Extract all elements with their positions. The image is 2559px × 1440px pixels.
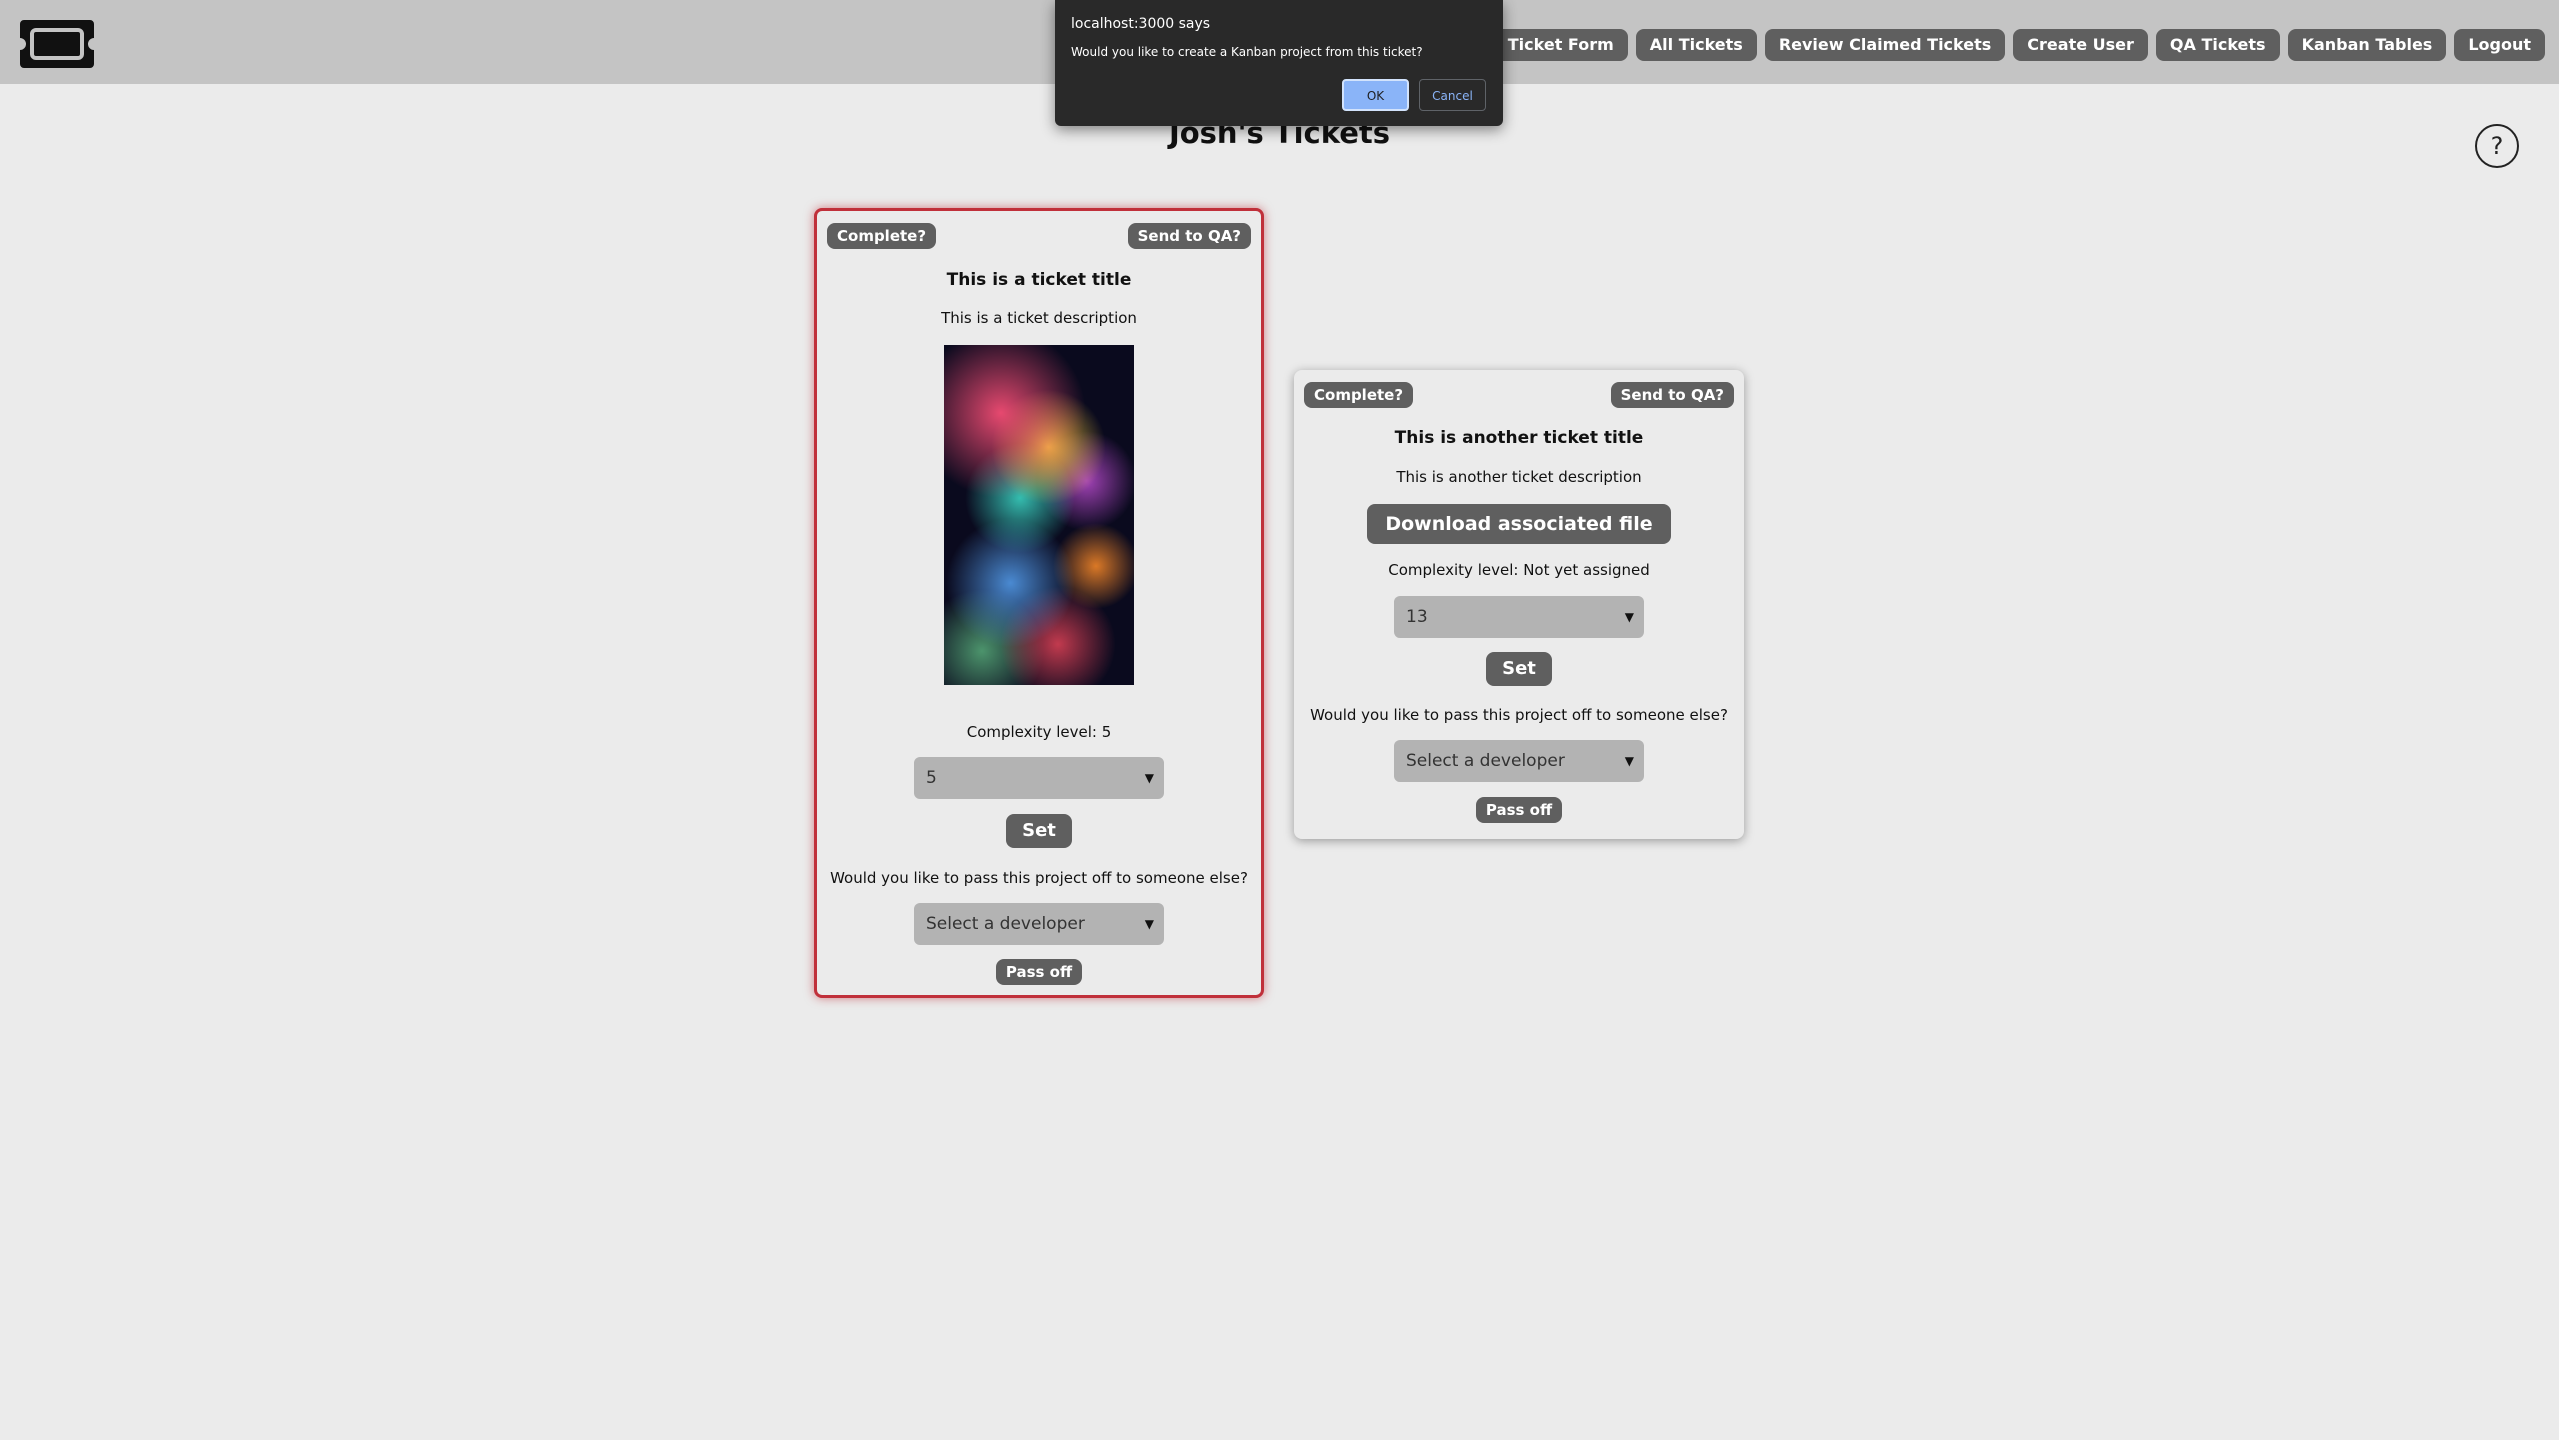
developer-selected-value: Select a developer	[1406, 751, 1565, 771]
complexity-selected-value: 13	[1406, 607, 1428, 627]
chevron-down-icon: ▼	[1144, 917, 1154, 931]
complexity-select[interactable]: 5 ▼	[914, 757, 1164, 799]
pass-off-question: Would you like to pass this project off …	[830, 869, 1248, 887]
complete-button[interactable]: Complete?	[827, 223, 937, 249]
complexity-level-text: Complexity level: Not yet assigned	[1388, 561, 1650, 579]
developer-select[interactable]: Select a developer ▼	[1394, 740, 1644, 782]
nav-create-user[interactable]: Create User	[2013, 29, 2148, 61]
pass-off-button[interactable]: Pass off	[1475, 797, 1563, 823]
ticket-icon[interactable]	[18, 18, 96, 70]
ticket-card: Complete? Send to QA? This is another ti…	[1294, 370, 1744, 839]
send-to-qa-button[interactable]: Send to QA?	[1610, 382, 1734, 408]
ticket-description: This is a ticket description	[941, 309, 1137, 327]
complexity-select[interactable]: 13 ▼	[1394, 596, 1644, 638]
developer-selected-value: Select a developer	[926, 914, 1085, 934]
ticket-image	[944, 345, 1134, 685]
complexity-level-text: Complexity level: 5	[966, 723, 1112, 741]
complexity-selected-value: 5	[926, 768, 937, 788]
nav-ticket-form[interactable]: Ticket Form	[1493, 29, 1628, 61]
ticket-title: This is a ticket title	[946, 270, 1132, 290]
chevron-down-icon: ▼	[1624, 610, 1634, 624]
chevron-down-icon: ▼	[1144, 771, 1154, 785]
confirm-dialog: localhost:3000 says Would you like to cr…	[1055, 0, 1503, 126]
download-file-button[interactable]: Download associated file	[1367, 504, 1671, 544]
dialog-origin: localhost:3000 says	[1071, 16, 1211, 32]
pass-off-question: Would you like to pass this project off …	[1310, 706, 1728, 724]
ticket-title: This is another ticket title	[1394, 428, 1644, 448]
complete-button[interactable]: Complete?	[1304, 382, 1414, 408]
dialog-cancel-button[interactable]: Cancel	[1419, 79, 1486, 111]
help-button[interactable]: ?	[2475, 124, 2519, 168]
nav-kanban-tables[interactable]: Kanban Tables	[2287, 29, 2447, 61]
set-complexity-button[interactable]: Set	[1486, 652, 1552, 686]
pass-off-button[interactable]: Pass off	[995, 959, 1083, 985]
nav-all-tickets[interactable]: All Tickets	[1635, 29, 1757, 61]
dialog-ok-button[interactable]: OK	[1342, 79, 1409, 111]
chevron-down-icon: ▼	[1624, 754, 1634, 768]
developer-select[interactable]: Select a developer ▼	[914, 903, 1164, 945]
ticket-description: This is another ticket description	[1396, 468, 1642, 486]
ticket-card: Complete? Send to QA? This is a ticket t…	[814, 208, 1264, 998]
set-complexity-button[interactable]: Set	[1006, 814, 1072, 848]
nav-qa-tickets[interactable]: QA Tickets	[2155, 29, 2280, 61]
main-nav: Ticket Form All Tickets Review Claimed T…	[1493, 29, 2545, 61]
dialog-message: Would you like to create a Kanban projec…	[1071, 45, 1423, 59]
nav-logout[interactable]: Logout	[2454, 29, 2545, 61]
nav-review-claimed-tickets[interactable]: Review Claimed Tickets	[1764, 29, 2006, 61]
send-to-qa-button[interactable]: Send to QA?	[1127, 223, 1251, 249]
